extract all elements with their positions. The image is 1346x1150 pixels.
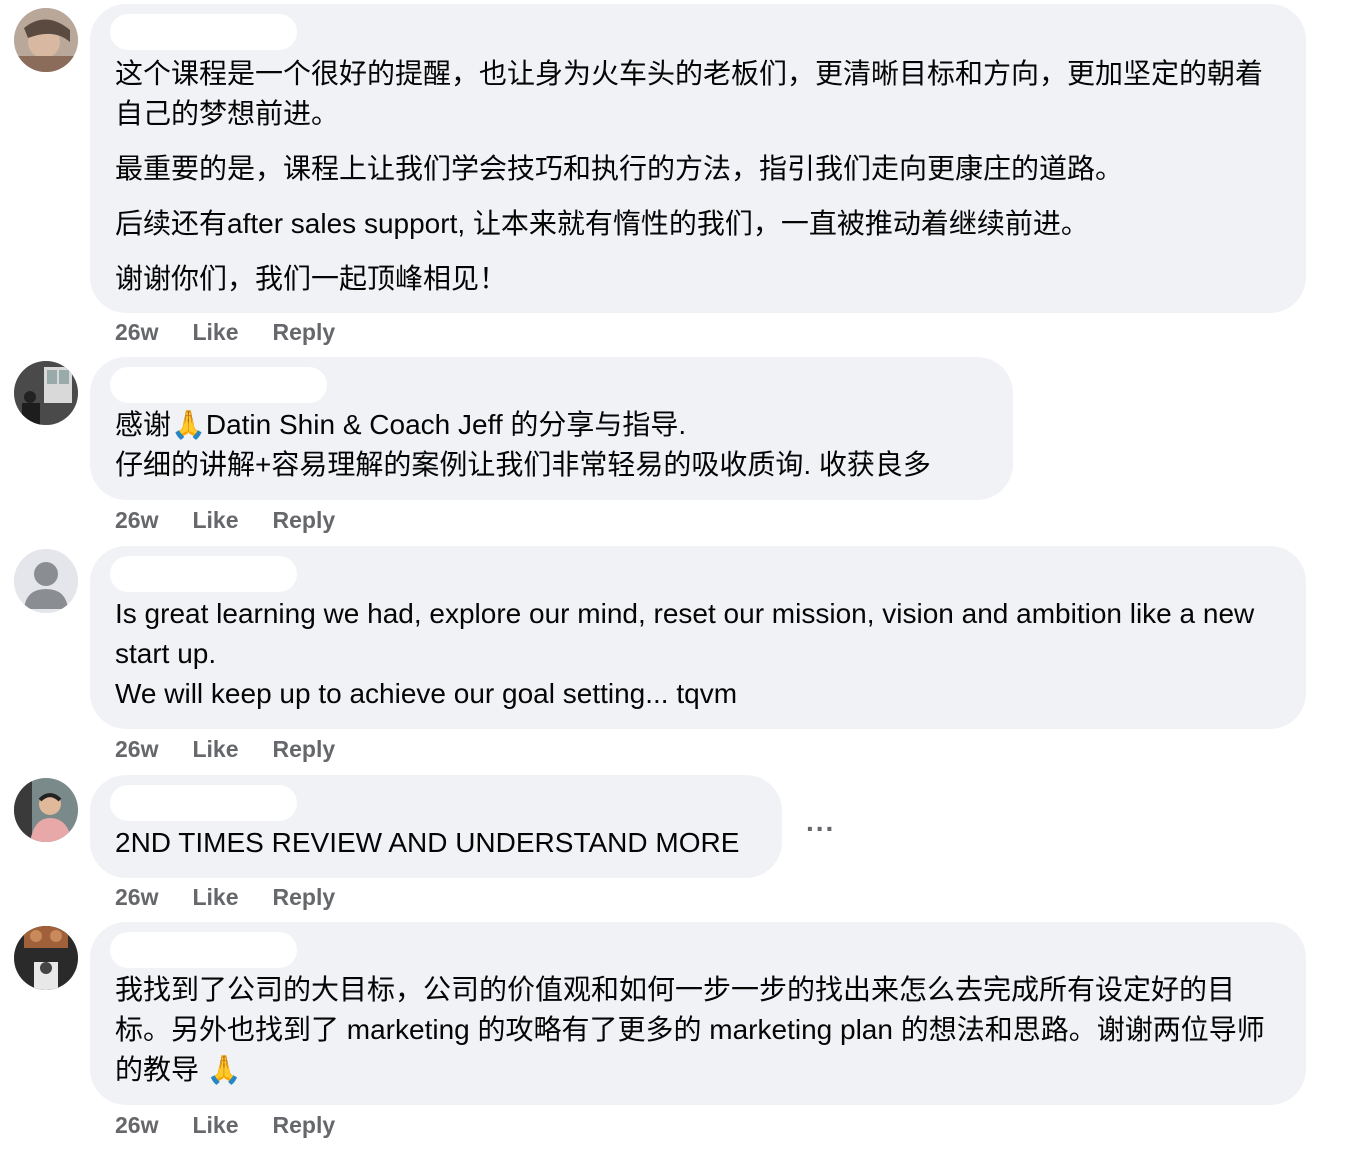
comment-bubble: 2ND TIMES REVIEW AND UNDERSTAND MORE (90, 775, 782, 878)
like-button[interactable]: Like (192, 736, 238, 763)
comment-paragraph: 最重要的是，课程上让我们学会技巧和执行的方法，指引我们走向更康庄的道路。 (115, 153, 1124, 184)
avatar[interactable] (14, 926, 78, 990)
comment-paragraph: 2ND TIMES REVIEW AND UNDERSTAND MORE (115, 827, 740, 858)
comment-paragraph: 后续还有after sales support, 让本来就有惰性的我们，一直被推… (115, 208, 1089, 239)
comment-text: 我找到了公司的大目标，公司的价值观和如何一步一步的找出来怎么去完成所有设定好的目… (115, 970, 1282, 1090)
comment-paragraph: We will keep up to achieve our goal sett… (115, 678, 738, 709)
comment-actions: 26w Like Reply (115, 1110, 335, 1140)
comment-bubble: 我找到了公司的大目标，公司的价值观和如何一步一步的找出来怎么去完成所有设定好的目… (90, 922, 1306, 1105)
timestamp[interactable]: 26w (115, 319, 158, 346)
avatar[interactable] (14, 778, 78, 842)
author-name-redacted (110, 932, 297, 968)
comment-actions: 26w Like Reply (115, 317, 335, 347)
comment-paragraph: 这个课程是一个很好的提醒，也让身为火车头的老板们，更清晰目标和方向，更加坚定的朝… (115, 58, 1264, 129)
avatar[interactable] (14, 8, 78, 72)
like-button[interactable]: Like (192, 884, 238, 911)
author-name-redacted (110, 14, 297, 50)
timestamp[interactable]: 26w (115, 884, 158, 911)
reply-button[interactable]: Reply (273, 319, 336, 346)
author-name-redacted (110, 556, 297, 592)
comment-bubble: 这个课程是一个很好的提醒，也让身为火车头的老板们，更清晰目标和方向，更加坚定的朝… (90, 4, 1306, 313)
comment-bubble: 感谢🙏Datin Shin & Coach Jeff 的分享与指导. 仔细的讲解… (90, 357, 1013, 500)
comment-actions: 26w Like Reply (115, 505, 335, 535)
comment-paragraph: 谢谢你们，我们一起顶峰相见！ (115, 263, 508, 294)
reply-button[interactable]: Reply (273, 1112, 336, 1139)
reply-button[interactable]: Reply (273, 736, 336, 763)
timestamp[interactable]: 26w (115, 1112, 158, 1139)
comment-paragraph: Is great learning we had, explore our mi… (115, 598, 1255, 669)
comment-paragraph: 我找到了公司的大目标，公司的价值观和如何一步一步的找出来怎么去完成所有设定好的目… (115, 974, 1265, 1085)
comment-text: 感谢🙏Datin Shin & Coach Jeff 的分享与指导. 仔细的讲解… (115, 405, 989, 485)
timestamp[interactable]: 26w (115, 736, 158, 763)
comment-text: 2ND TIMES REVIEW AND UNDERSTAND MORE (115, 823, 758, 863)
reply-button[interactable]: Reply (273, 884, 336, 911)
more-options-button[interactable]: ... (806, 806, 835, 838)
comment-bubble: Is great learning we had, explore our mi… (90, 546, 1306, 729)
reply-button[interactable]: Reply (273, 507, 336, 534)
like-button[interactable]: Like (192, 1112, 238, 1139)
author-name-redacted (110, 785, 297, 821)
comment-actions: 26w Like Reply (115, 734, 335, 764)
like-button[interactable]: Like (192, 319, 238, 346)
comment-text: 这个课程是一个很好的提醒，也让身为火车头的老板们，更清晰目标和方向，更加坚定的朝… (115, 54, 1282, 299)
timestamp[interactable]: 26w (115, 507, 158, 534)
like-button[interactable]: Like (192, 507, 238, 534)
comment-actions: 26w Like Reply (115, 882, 335, 912)
author-name-redacted (110, 367, 327, 403)
comment-text: Is great learning we had, explore our mi… (115, 594, 1282, 714)
comment-paragraph: 仔细的讲解+容易理解的案例让我们非常轻易的吸收质询. 收获良多 (115, 449, 931, 480)
default-avatar-icon[interactable] (14, 549, 78, 613)
avatar[interactable] (14, 361, 78, 425)
comment-paragraph: 感谢🙏Datin Shin & Coach Jeff 的分享与指导. (115, 409, 687, 440)
